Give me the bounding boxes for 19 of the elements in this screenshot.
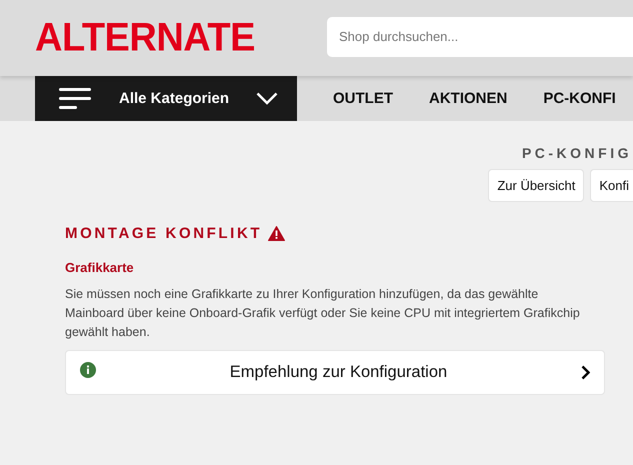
conflict-title: MONTAGE KONFLIKT [65,225,262,242]
page-title: PC-KONFIG [522,145,632,161]
categories-menu-button[interactable]: Alle Kategorien [35,76,297,121]
nav-link[interactable]: AKTIONEN [429,76,508,121]
info-icon [80,362,96,378]
warning-icon [268,226,286,241]
action-button[interactable]: Konfi [590,169,633,202]
nav-link[interactable]: PC-KONFI [543,76,616,121]
conflict-message: Sie müssen noch eine Grafikkarte zu Ihrer Konfiguration hinzufügen, da das gewählte Mainboard über keine Onboard-Grafik verfügt oder Sie keine CPU mit integriertem Grafikchip gewählt haben. [65,286,581,341]
chevron-down-icon [256,92,278,105]
action-button[interactable]: Zur Übersicht [488,169,584,202]
nav-link[interactable]: OUTLET [333,76,393,121]
logo[interactable]: ALTERNATE [35,15,327,61]
search-field[interactable]: Shop durchsuchen... [327,16,633,56]
component-name: Grafikkarte [65,260,135,275]
recommendation-button[interactable]: Empfehlung zur Konfiguration [65,350,605,395]
categories-label: Alle Kategorien [119,90,230,107]
menu-icon [59,88,91,110]
chevron-right-icon [581,365,590,380]
